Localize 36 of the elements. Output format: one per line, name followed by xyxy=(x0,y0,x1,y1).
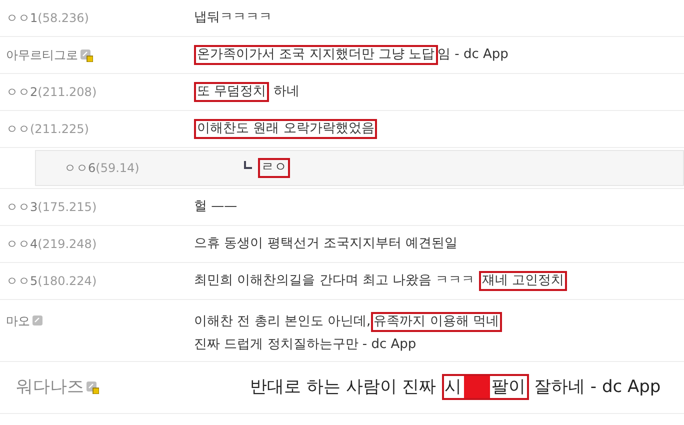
author-ip: (211.208) xyxy=(38,84,97,101)
comment-text: 잘하네 - dc App xyxy=(533,376,661,398)
comment-text: 하네 xyxy=(272,83,300,102)
author-name: ㅇㅇ5 xyxy=(6,273,38,290)
comment-text: 으휴 동생이 평택선거 조국지지부터 예견된일 xyxy=(194,235,458,254)
highlighted-text: 유족까지 이용해 먹네 xyxy=(374,314,499,330)
censor-block xyxy=(464,376,490,398)
author-name: ㅇㅇ3 xyxy=(6,199,38,216)
comment-text: 헐 —— xyxy=(194,198,238,216)
author-name: ㅇㅇ1 xyxy=(6,10,38,27)
author-ip: (180.224) xyxy=(38,273,97,290)
author-name: 마오 xyxy=(6,313,30,330)
author-name: 아무르티그로 xyxy=(6,47,78,64)
author-ip: (219.248) xyxy=(38,236,97,253)
author-name: 워다나즈 xyxy=(16,376,84,398)
highlighted-text: 시 xyxy=(444,376,462,398)
author-name: ㅇㅇ xyxy=(6,121,30,138)
author-ip: (175.215) xyxy=(38,199,97,216)
comment-text: 이해찬 전 총리 본인도 아닌데, xyxy=(194,313,371,332)
author-name: ㅇㅇ6 xyxy=(64,160,96,177)
comment-text: 임 - dc App xyxy=(438,46,508,64)
highlighted-text: 팔이 xyxy=(492,376,526,398)
highlighted-text: 이해찬도 원래 오락가락했었음 xyxy=(197,120,374,138)
author-ip: (59.14) xyxy=(96,160,140,177)
author-name: ㅇㅇ4 xyxy=(6,236,38,253)
author-ip: (211.225) xyxy=(30,121,89,138)
comment-text: 최민희 이해찬의길을 간다며 최고 나왔음 ㅋㅋㅋ xyxy=(194,272,476,290)
highlighted-text: 쟤네 고인정치 xyxy=(482,272,564,290)
highlighted-text: ㄹㅇ xyxy=(261,160,287,176)
highlighted-text: 또 무덤정치 xyxy=(197,84,266,100)
comment-text: 냅둬ㅋㅋㅋㅋ xyxy=(194,9,272,28)
comment-text: 진짜 드럽게 정치질하는구만 - dc App xyxy=(194,336,416,354)
comment-text: 반대로 하는 사람이 진짜 xyxy=(250,376,438,398)
author-name: ㅇㅇ2 xyxy=(6,84,38,101)
author-ip: (58.236) xyxy=(38,10,89,27)
highlighted-text: 온가족이가서 조국 지지했더만 그냥 노답 xyxy=(197,46,435,64)
